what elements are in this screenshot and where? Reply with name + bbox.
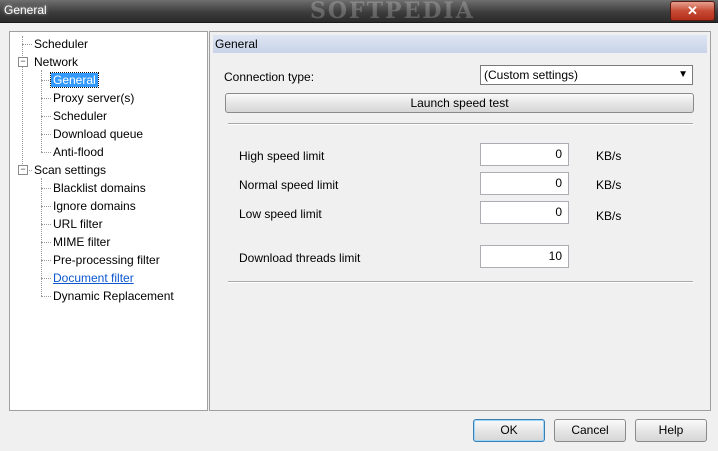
tree-item-label: Proxy server(s): [53, 91, 135, 105]
tree-line: [41, 296, 51, 297]
launch-speed-test-button[interactable]: Launch speed test: [225, 93, 694, 113]
tree-item-label: Pre-processing filter: [53, 253, 160, 267]
tree-line: [22, 44, 32, 45]
close-button[interactable]: ✕: [670, 1, 715, 21]
tree-item-label: General: [50, 72, 99, 88]
window-title: General: [4, 3, 47, 17]
tree-item-dynamic-replacement[interactable]: Dynamic Replacement: [51, 287, 176, 305]
tree-item-scheduler[interactable]: Scheduler: [32, 35, 90, 53]
tree-line: [41, 260, 51, 261]
tree-item-url-filter[interactable]: URL filter: [51, 215, 105, 233]
chevron-down-icon: ▼: [678, 69, 688, 80]
tree-item-label: Ignore domains: [53, 199, 136, 213]
tree-item-scan-settings[interactable]: Scan settings: [32, 161, 108, 179]
high-speed-limit-label: High speed limit: [239, 149, 325, 163]
help-button[interactable]: Help: [635, 419, 707, 442]
tree-line: [41, 116, 51, 117]
tree-item-label: Download queue: [53, 127, 144, 141]
separator: [228, 123, 693, 125]
tree-item-mime-filter[interactable]: MIME filter: [51, 233, 112, 251]
tree-item-label: Blacklist domains: [53, 181, 146, 195]
tree-line: [41, 152, 51, 153]
normal-speed-unit: KB/s: [596, 178, 622, 192]
tree-item-label: Document filter: [53, 271, 134, 285]
download-threads-limit-label: Download threads limit: [239, 251, 361, 265]
cancel-button[interactable]: Cancel: [554, 419, 626, 442]
settings-panel: General Connection type: (Custom setting…: [209, 31, 711, 411]
tree-item-proxy-servers[interactable]: Proxy server(s): [51, 89, 136, 107]
tree-item-label: MIME filter: [53, 235, 111, 249]
tree-item-blacklist-domains[interactable]: Blacklist domains: [51, 179, 148, 197]
title-bar: General SOFTPEDIA ✕: [0, 0, 718, 24]
tree-item-ignore-domains[interactable]: Ignore domains: [51, 197, 138, 215]
connection-type-label: Connection type:: [224, 70, 315, 84]
watermark: SOFTPEDIA: [310, 0, 475, 24]
tree-line: [41, 224, 51, 225]
tree-item-general[interactable]: General: [50, 71, 99, 89]
tree-item-network-scheduler[interactable]: Scheduler: [51, 107, 109, 125]
tree-line: [41, 242, 51, 243]
tree-line: [41, 278, 51, 279]
tree-item-label: Scheduler: [34, 37, 89, 51]
separator: [228, 281, 693, 283]
tree-line: [41, 98, 51, 99]
high-speed-unit: KB/s: [596, 149, 622, 163]
tree-line: [41, 206, 51, 207]
connection-type-select[interactable]: (Custom settings) ▼: [480, 65, 693, 85]
settings-tree[interactable]: − − Scheduler Network General Proxy serv…: [9, 31, 208, 411]
ok-button[interactable]: OK: [473, 419, 545, 442]
tree-item-label: Scan settings: [34, 163, 107, 177]
collapse-network-icon[interactable]: −: [18, 57, 28, 67]
tree-item-download-queue[interactable]: Download queue: [51, 125, 145, 143]
tree-item-label: Dynamic Replacement: [53, 289, 174, 303]
low-speed-limit-input[interactable]: 0: [480, 201, 569, 224]
tree-line: [41, 188, 51, 189]
download-threads-limit-input[interactable]: 10: [480, 245, 569, 268]
tree-item-label: Network: [34, 55, 79, 69]
tree-line: [41, 70, 42, 152]
tree-item-label: URL filter: [53, 217, 103, 231]
low-speed-limit-label: Low speed limit: [239, 207, 322, 221]
tree-item-pre-processing-filter[interactable]: Pre-processing filter: [51, 251, 162, 269]
tree-item-document-filter[interactable]: Document filter: [51, 269, 136, 287]
high-speed-limit-input[interactable]: 0: [480, 143, 569, 166]
tree-item-anti-flood[interactable]: Anti-flood: [51, 143, 106, 161]
low-speed-unit: KB/s: [596, 209, 622, 223]
collapse-scan-settings-icon[interactable]: −: [18, 165, 28, 175]
tree-line: [41, 80, 51, 81]
normal-speed-limit-input[interactable]: 0: [480, 172, 569, 195]
connection-type-value: (Custom settings): [484, 68, 579, 82]
tree-item-label: Scheduler: [53, 109, 108, 123]
normal-speed-limit-label: Normal speed limit: [239, 178, 339, 192]
tree-item-network[interactable]: Network: [32, 53, 80, 71]
tree-line: [41, 134, 51, 135]
tree-item-label: Anti-flood: [53, 145, 104, 159]
panel-header: General: [213, 35, 707, 53]
